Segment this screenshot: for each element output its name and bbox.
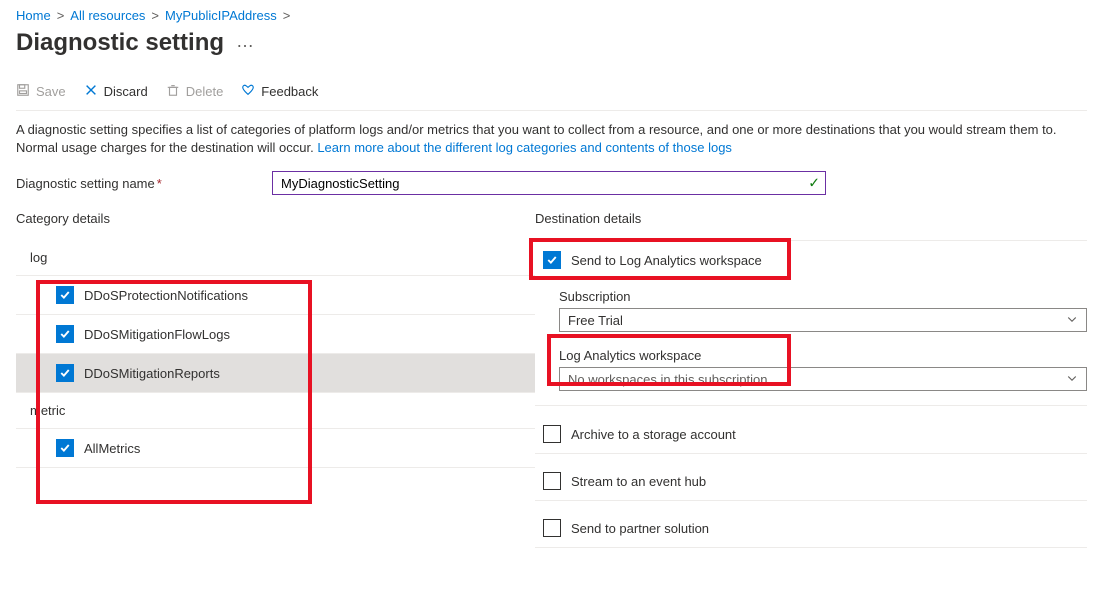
checkbox-unchecked-icon[interactable] xyxy=(543,472,561,490)
heart-icon xyxy=(241,83,255,100)
checkbox-checked-icon[interactable] xyxy=(56,286,74,304)
save-label: Save xyxy=(36,84,66,99)
chevron-right-icon: > xyxy=(57,8,65,23)
log-category-row[interactable]: DDoSMitigationFlowLogs xyxy=(16,315,535,354)
close-icon xyxy=(84,83,98,100)
log-category-label: DDoSProtectionNotifications xyxy=(84,288,248,303)
page-title: Diagnostic setting xyxy=(16,29,224,57)
checkbox-unchecked-icon[interactable] xyxy=(543,519,561,537)
dest-eventhub-label: Stream to an event hub xyxy=(571,474,706,489)
workspace-label: Log Analytics workspace xyxy=(559,348,1087,363)
setting-name-label: Diagnostic setting name* xyxy=(16,176,272,191)
category-details-heading: Category details xyxy=(16,211,535,226)
log-category-row[interactable]: DDoSMitigationReports xyxy=(16,354,535,393)
dest-log-analytics-label: Send to Log Analytics workspace xyxy=(571,253,762,268)
learn-more-link[interactable]: Learn more about the different log categ… xyxy=(317,140,732,155)
chevron-down-icon xyxy=(1066,313,1078,328)
dest-partner-row[interactable]: Send to partner solution xyxy=(535,509,1087,548)
checkbox-checked-icon[interactable] xyxy=(56,325,74,343)
trash-icon xyxy=(166,83,180,100)
metric-category-label: AllMetrics xyxy=(84,441,140,456)
log-group-label: log xyxy=(16,240,535,275)
save-button[interactable]: Save xyxy=(16,83,66,100)
metric-group-label: metric xyxy=(16,393,535,429)
breadcrumbs: Home > All resources > MyPublicIPAddress… xyxy=(16,8,1087,23)
description-text: A diagnostic setting specifies a list of… xyxy=(16,121,1087,157)
checkbox-checked-icon[interactable] xyxy=(56,439,74,457)
feedback-label: Feedback xyxy=(261,84,318,99)
workspace-select[interactable]: No workspaces in this subscription. xyxy=(559,367,1087,391)
breadcrumb-resource[interactable]: MyPublicIPAddress xyxy=(165,8,277,23)
chevron-right-icon: > xyxy=(283,8,291,23)
log-category-label: DDoSMitigationReports xyxy=(84,366,220,381)
more-menu-icon[interactable]: … xyxy=(236,31,254,56)
subscription-label: Subscription xyxy=(559,289,1087,304)
checkbox-checked-icon[interactable] xyxy=(543,251,561,269)
subscription-select[interactable]: Free Trial xyxy=(559,308,1087,332)
toolbar: Save Discard Delete Feedback xyxy=(16,83,1087,110)
discard-button[interactable]: Discard xyxy=(84,83,148,100)
feedback-button[interactable]: Feedback xyxy=(241,83,318,100)
check-icon: ✓ xyxy=(808,175,820,192)
destination-details-heading: Destination details xyxy=(535,211,1087,226)
workspace-value: No workspaces in this subscription. xyxy=(568,372,771,387)
breadcrumb-all-resources[interactable]: All resources xyxy=(70,8,145,23)
dest-eventhub-row[interactable]: Stream to an event hub xyxy=(535,462,1087,501)
dest-log-analytics-row[interactable]: Send to Log Analytics workspace xyxy=(535,240,1087,279)
checkbox-unchecked-icon[interactable] xyxy=(543,425,561,443)
dest-storage-row[interactable]: Archive to a storage account xyxy=(535,414,1087,454)
dest-storage-label: Archive to a storage account xyxy=(571,427,736,442)
delete-label: Delete xyxy=(186,84,224,99)
log-category-row[interactable]: DDoSProtectionNotifications xyxy=(16,276,535,315)
dest-partner-label: Send to partner solution xyxy=(571,521,709,536)
chevron-down-icon xyxy=(1066,372,1078,387)
metric-category-row[interactable]: AllMetrics xyxy=(16,429,535,468)
breadcrumb-home[interactable]: Home xyxy=(16,8,51,23)
delete-button[interactable]: Delete xyxy=(166,83,224,100)
discard-label: Discard xyxy=(104,84,148,99)
checkbox-checked-icon[interactable] xyxy=(56,364,74,382)
log-category-label: DDoSMitigationFlowLogs xyxy=(84,327,230,342)
subscription-value: Free Trial xyxy=(568,313,623,328)
chevron-right-icon: > xyxy=(151,8,159,23)
setting-name-input[interactable] xyxy=(272,171,826,195)
save-icon xyxy=(16,83,30,100)
